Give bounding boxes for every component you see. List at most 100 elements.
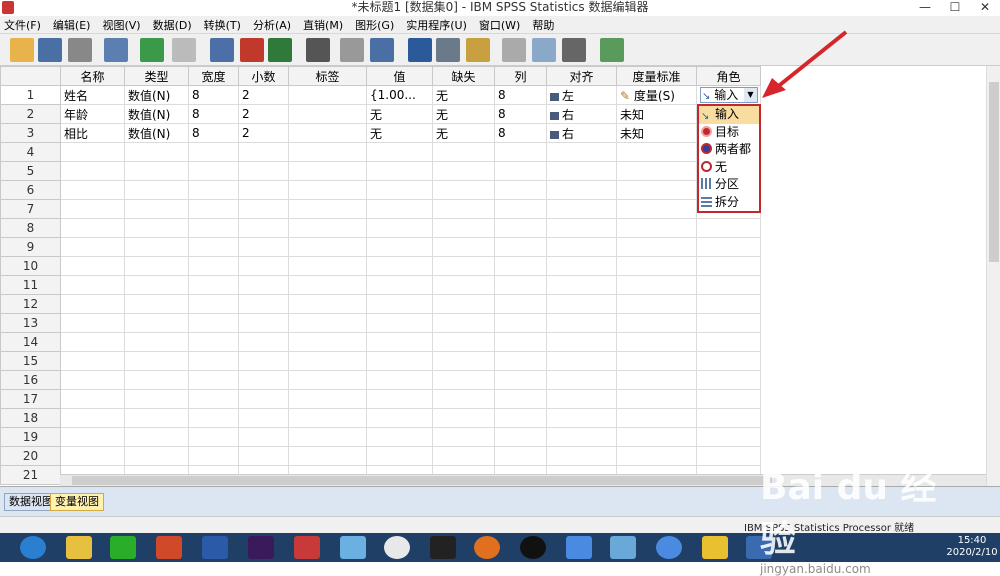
empty-cell[interactable] [616,351,697,371]
empty-cell[interactable] [288,142,367,162]
empty-cell[interactable] [432,180,495,200]
cell-missing[interactable]: 无 [432,85,495,105]
empty-cell[interactable] [616,199,697,219]
cell-align[interactable]: 右 [546,123,617,143]
cell-type[interactable]: 数值(N) [124,104,189,124]
cell-measure[interactable]: 未知 [616,104,697,124]
empty-cell[interactable] [696,256,761,276]
empty-cell[interactable] [432,294,495,314]
empty-cell[interactable] [696,275,761,295]
qq-icon[interactable] [520,536,546,559]
empty-cell[interactable] [60,351,125,371]
empty-cell[interactable] [546,218,617,238]
role-combobox[interactable]: ↘ 输入 ▼ [700,87,758,103]
app-icon[interactable] [294,536,320,559]
empty-cell[interactable] [188,427,239,447]
empty-cell[interactable] [288,332,367,352]
role-option-partition[interactable]: 分区 [699,176,759,194]
empty-cell[interactable] [432,161,495,181]
table-row[interactable]: 18 [0,408,761,428]
open-icon[interactable] [10,38,34,62]
empty-cell[interactable] [60,294,125,314]
table-row[interactable]: 6 [0,180,761,200]
scroll-thumb[interactable] [72,476,772,485]
empty-cell[interactable] [188,180,239,200]
empty-cell[interactable] [546,161,617,181]
row-number[interactable]: 12 [0,294,61,314]
empty-cell[interactable] [546,294,617,314]
row-number[interactable]: 14 [0,332,61,352]
empty-cell[interactable] [616,275,697,295]
empty-cell[interactable] [494,408,547,428]
minimize-button[interactable]: — [910,0,940,16]
empty-cell[interactable] [366,180,433,200]
menu-data[interactable]: 数据(D) [153,17,192,33]
row-number[interactable]: 19 [0,427,61,447]
empty-cell[interactable] [432,218,495,238]
powerpoint-icon[interactable] [156,536,182,559]
cell-name[interactable]: 年龄 [60,104,125,124]
table-row[interactable]: 9 [0,237,761,257]
empty-cell[interactable] [366,237,433,257]
empty-cell[interactable] [696,351,761,371]
row-number[interactable]: 10 [0,256,61,276]
empty-cell[interactable] [696,427,761,447]
file-explorer-icon[interactable] [66,536,92,559]
empty-cell[interactable] [546,408,617,428]
chevron-down-icon[interactable]: ▼ [744,88,757,102]
save-icon[interactable] [38,38,62,62]
cell-values[interactable]: 无 [366,104,433,124]
empty-cell[interactable] [696,370,761,390]
header-values[interactable]: 值 [366,66,433,86]
empty-cell[interactable] [60,313,125,333]
header-missing[interactable]: 缺失 [432,66,495,86]
redo-icon[interactable] [172,38,196,62]
app-icon[interactable] [474,536,500,559]
empty-cell[interactable] [238,161,289,181]
insert-cases-icon[interactable] [340,38,364,62]
empty-cell[interactable] [546,446,617,466]
spell-check-icon[interactable] [600,38,624,62]
empty-cell[interactable] [188,237,239,257]
empty-cell[interactable] [432,142,495,162]
empty-cell[interactable] [616,142,697,162]
value-labels-icon[interactable] [502,38,526,62]
empty-cell[interactable] [366,389,433,409]
menu-view[interactable]: 视图(V) [102,17,140,33]
scroll-thumb[interactable] [989,82,999,262]
empty-cell[interactable] [494,446,547,466]
cell-decimals[interactable]: 2 [238,123,289,143]
premiere-icon[interactable] [248,536,274,559]
header-decimals[interactable]: 小数 [238,66,289,86]
empty-cell[interactable] [60,275,125,295]
empty-cell[interactable] [124,313,189,333]
empty-cell[interactable] [546,199,617,219]
video-icon[interactable] [430,536,456,559]
table-row[interactable]: 2 年龄 数值(N) 8 2 无 无 8 右 未知 [0,104,761,124]
cell-label[interactable] [288,123,367,143]
cell-align[interactable]: 右 [546,104,617,124]
weight-cases-icon[interactable] [436,38,460,62]
cell-width[interactable]: 8 [188,104,239,124]
tab-variable-view[interactable]: 变量视图 [50,493,104,511]
empty-cell[interactable] [288,237,367,257]
table-row[interactable]: 5 [0,161,761,181]
header-measure[interactable]: 度量标准 [616,66,697,86]
empty-cell[interactable] [366,408,433,428]
row-number[interactable]: 1 [0,85,61,105]
empty-cell[interactable] [288,351,367,371]
wechat-icon[interactable] [110,536,136,559]
goto-variable-icon[interactable] [240,38,264,62]
empty-cell[interactable] [366,199,433,219]
empty-cell[interactable] [188,142,239,162]
empty-cell[interactable] [238,427,289,447]
empty-cell[interactable] [366,370,433,390]
empty-cell[interactable] [60,408,125,428]
empty-cell[interactable] [238,370,289,390]
empty-cell[interactable] [288,446,367,466]
empty-cell[interactable] [288,408,367,428]
empty-cell[interactable] [60,332,125,352]
role-option-split[interactable]: 拆分 [699,194,759,212]
empty-cell[interactable] [616,332,697,352]
menu-file[interactable]: 文件(F) [4,17,41,33]
